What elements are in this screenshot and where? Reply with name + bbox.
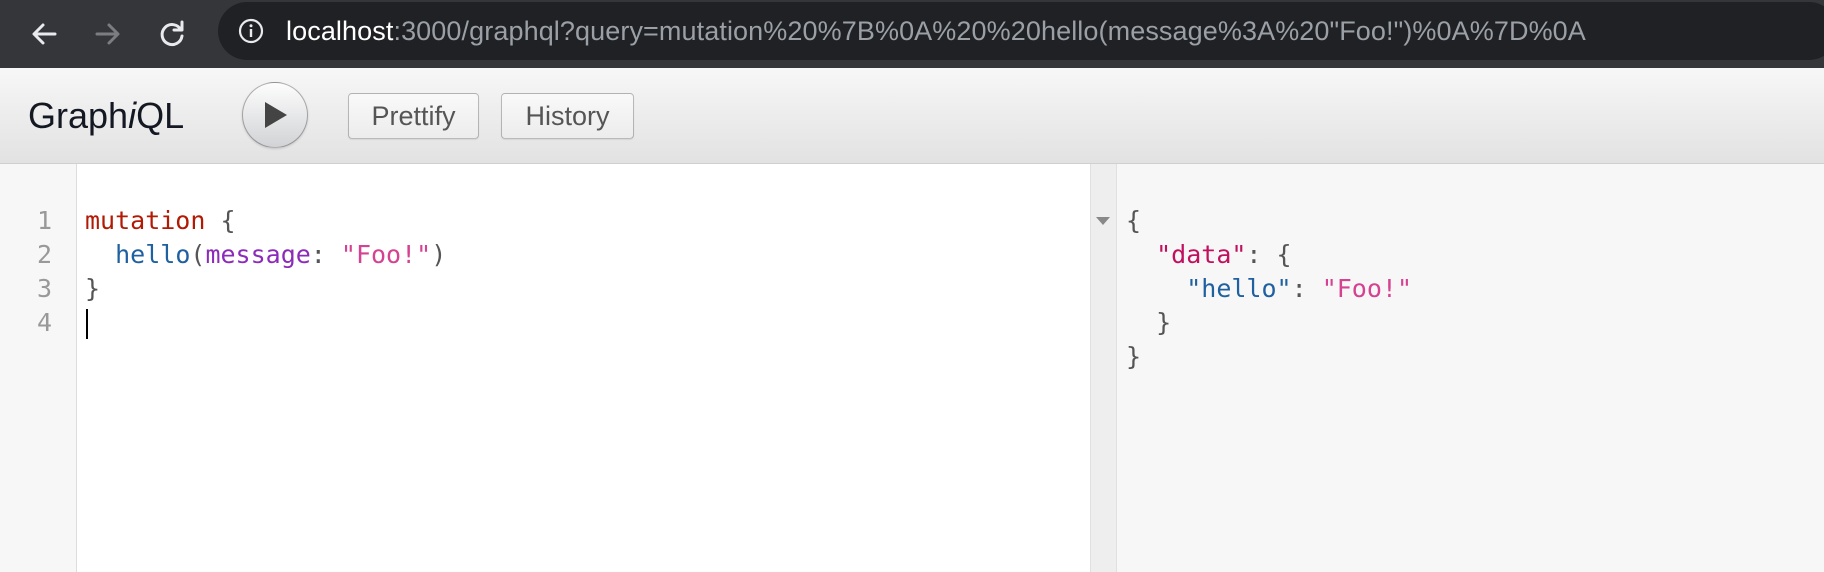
result-line: } <box>1126 340 1141 374</box>
reload-button[interactable] <box>148 10 196 58</box>
title-italic: i <box>128 95 137 136</box>
line-number: 1 <box>36 206 52 235</box>
graphiql-title: GraphiQL <box>28 96 184 136</box>
code-line[interactable]: hello(message: "Foo!") <box>85 238 446 272</box>
title-prefix: Graph <box>28 95 129 136</box>
title-suffix: QL <box>136 95 185 136</box>
line-number: 2 <box>36 240 52 269</box>
graphiql-toolbar: GraphiQL Prettify History <box>0 68 1824 164</box>
json-key: "data" <box>1156 240 1247 269</box>
punctuation-token: { <box>205 206 236 235</box>
result-line: } <box>1126 306 1171 340</box>
punctuation-token: { <box>1126 206 1142 235</box>
result-line: "hello": "Foo!" <box>1126 272 1412 306</box>
result-pane <box>1117 164 1824 572</box>
back-button[interactable] <box>20 10 68 58</box>
result-line: { <box>1126 204 1141 238</box>
line-number: 4 <box>36 308 52 337</box>
url-path: :3000/graphql?query=mutation%20%7B%0A%20… <box>393 16 1586 46</box>
forward-button[interactable] <box>84 10 132 58</box>
punctuation-token: : <box>310 240 341 269</box>
text-cursor <box>86 309 88 339</box>
indent-token <box>85 240 115 269</box>
punctuation-token: ( <box>190 240 206 269</box>
arrow-left-icon <box>32 23 57 45</box>
info-icon[interactable] <box>238 18 264 44</box>
browser-toolbar: localhost:3000/graphql?query=mutation%20… <box>0 0 1824 68</box>
json-string-value: "Foo!" <box>1321 274 1412 303</box>
punctuation-token: } <box>1126 342 1142 371</box>
keyword-token: mutation <box>85 206 206 235</box>
play-icon <box>265 102 287 128</box>
code-line[interactable]: mutation { <box>85 204 236 238</box>
punctuation-token: } <box>85 274 101 303</box>
punctuation-token: : { <box>1246 240 1292 269</box>
url-host: localhost <box>286 16 394 46</box>
prettify-button[interactable]: Prettify <box>348 93 479 139</box>
json-key: "hello" <box>1186 274 1292 303</box>
url-text[interactable]: localhost:3000/graphql?query=mutation%20… <box>286 15 1586 47</box>
argument-token: message <box>205 240 311 269</box>
punctuation-token: : <box>1291 274 1322 303</box>
string-token: "Foo!" <box>340 240 432 269</box>
punctuation-token: } <box>1156 308 1172 337</box>
pane-resize-handle[interactable] <box>1090 164 1117 572</box>
punctuation-token: ) <box>431 240 447 269</box>
history-button[interactable]: History <box>501 93 634 139</box>
fold-arrow-icon[interactable] <box>1096 217 1110 225</box>
reload-icon <box>160 20 184 46</box>
address-bar[interactable]: localhost:3000/graphql?query=mutation%20… <box>218 2 1824 60</box>
code-line[interactable]: } <box>85 272 100 306</box>
arrow-right-icon <box>95 23 120 45</box>
execute-query-button[interactable] <box>242 82 308 148</box>
line-number: 3 <box>36 274 52 303</box>
result-line: "data": { <box>1126 238 1292 272</box>
field-token: hello <box>115 240 191 269</box>
